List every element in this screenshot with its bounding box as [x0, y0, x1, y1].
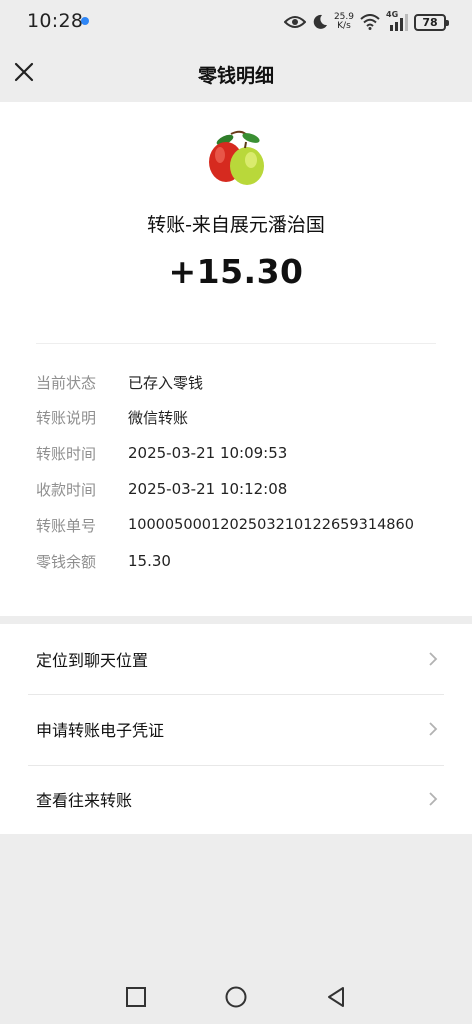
network-speed: 25.9 K/s [334, 13, 354, 31]
detail-value: 15.30 [128, 552, 171, 570]
page-title: 零钱明细 [197, 65, 274, 87]
detail-value: 2025-03-21 10:09:53 [128, 444, 288, 462]
eye-icon [283, 16, 306, 28]
status-time: 10:28 [27, 10, 84, 32]
transfer-detail-card: 转账-来自展元潘治国 +15.30 当前状态 已存入零钱 转账说明 微信转账 转… [0, 102, 472, 616]
transfer-amount: +15.30 [168, 252, 304, 291]
action-label: 定位到聊天位置 [36, 651, 149, 670]
detail-label: 零钱余额 [36, 552, 97, 571]
detail-label: 当前状态 [36, 373, 97, 392]
detail-row-receive-time: 收款时间 2025-03-21 10:12:08 [36, 477, 452, 501]
divider [36, 343, 436, 344]
detail-value: 微信转账 [128, 408, 189, 427]
detail-label: 转账单号 [36, 516, 97, 535]
detail-label: 收款时间 [36, 480, 97, 499]
signal-bars-icon [390, 14, 408, 31]
speed-unit: K/s [337, 21, 351, 31]
back-button[interactable] [324, 985, 348, 1009]
circle-icon [225, 986, 247, 1008]
locate-chat-button[interactable]: 定位到聊天位置 [0, 624, 472, 694]
battery-level: 78 [422, 15, 438, 29]
detail-label: 转账说明 [36, 408, 97, 427]
detail-row-transfer-time: 转账时间 2025-03-21 10:09:53 [36, 441, 452, 465]
square-icon [126, 987, 146, 1007]
detail-value[interactable]: 1000050001202503210122659314860 [128, 517, 414, 533]
detail-row-status: 当前状态 已存入零钱 [36, 370, 452, 394]
status-icons: 25.9 K/s 4G 78 [283, 10, 449, 33]
cellular-signal: 4G [386, 10, 408, 31]
wifi-icon [360, 14, 380, 30]
chevron-right-icon [429, 722, 438, 736]
action-label: 查看往来转账 [36, 791, 133, 810]
battery-indicator: 78 [414, 13, 449, 31]
home-button[interactable] [224, 985, 248, 1009]
detail-row-balance: 零钱余额 15.30 [36, 549, 452, 573]
detail-row-transfer-number: 转账单号 1000050001202503210122659314860 [36, 513, 452, 537]
action-list: 定位到聊天位置 申请转账电子凭证 查看往来转账 [0, 624, 472, 834]
chevron-right-icon [429, 792, 438, 806]
chevron-right-icon [429, 652, 438, 666]
moon-icon [313, 14, 327, 29]
transfer-title: 转账-来自展元潘治国 [147, 214, 325, 236]
detail-label: 转账时间 [36, 444, 97, 463]
detail-row-description: 转账说明 微信转账 [36, 405, 452, 429]
status-bar: 10:28 25.9 K/s 4G 78 [0, 0, 472, 44]
view-transfers-button[interactable]: 查看往来转账 [0, 764, 472, 834]
apply-e-voucher-button[interactable]: 申请转账电子凭证 [0, 694, 472, 764]
detail-value: 2025-03-21 10:12:08 [128, 480, 288, 498]
system-navigation-bar [0, 970, 472, 1024]
recent-apps-button[interactable] [124, 985, 148, 1009]
notification-dot-icon [81, 17, 89, 25]
apples-avatar-icon [205, 130, 267, 192]
navigation-bar: 零钱明细 [0, 44, 472, 102]
triangle-back-icon [328, 987, 344, 1007]
detail-value: 已存入零钱 [128, 373, 204, 392]
action-label: 申请转账电子凭证 [36, 721, 165, 740]
